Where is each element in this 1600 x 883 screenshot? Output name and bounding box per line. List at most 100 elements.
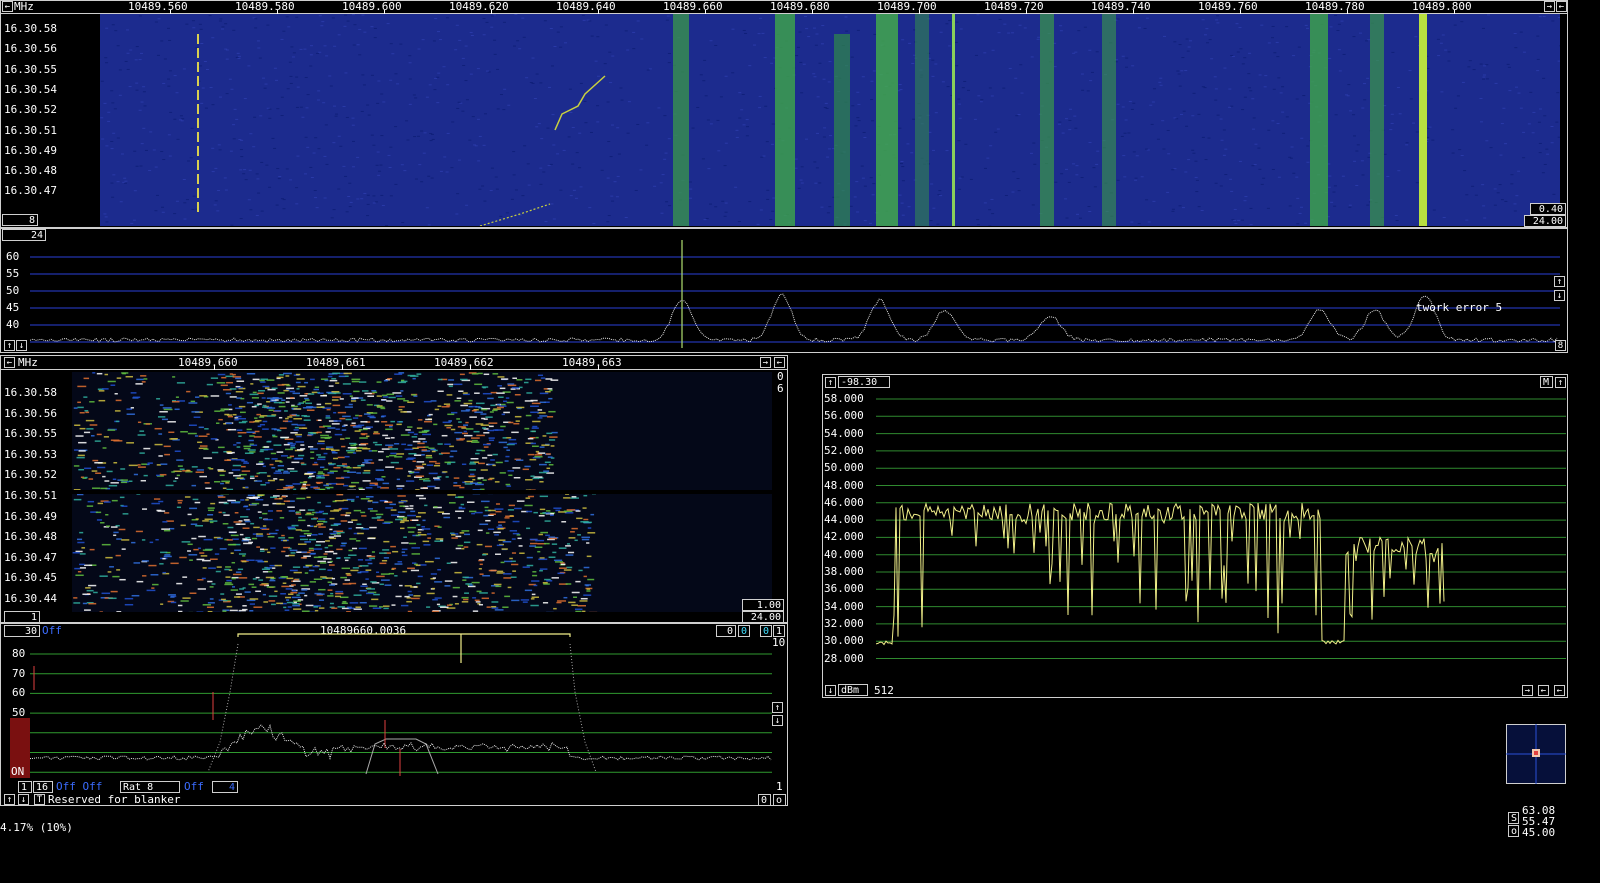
signal-band [876,14,898,226]
spectrum-up-button[interactable]: ↑ [1554,276,1565,287]
zoom-time-label: 16.30.49 [4,509,57,523]
baseband-spectrum[interactable] [30,632,772,782]
zoom-time-label: 16.30.48 [4,530,57,544]
zoom-time-label: 16.30.52 [4,468,57,482]
graph-y-label: 30.000 [824,634,864,648]
time-label: 16.30.49 [4,143,57,157]
signal-band [915,14,929,226]
scroll-right-button[interactable]: → [1544,1,1555,12]
status-message: twork error 5 [1416,301,1503,314]
zoom-time-label: 16.30.44 [4,592,57,605]
freq-tick-label: 10489.740 [1091,0,1151,13]
bb-off2[interactable]: Off [184,781,204,793]
level-graph[interactable] [876,392,1566,682]
main-waterfall[interactable] [100,14,1560,226]
graph-points-label: 512 [874,684,894,697]
zoom-time-label: 16.30.56 [4,406,57,420]
zoom-time-label: 16.30.47 [4,550,57,564]
zoom-corner-top2: 6 [777,382,784,395]
baseband-right-num: 10 [772,636,786,649]
bb-down-button[interactable]: ↓ [18,794,29,805]
graph-y-label: 32.000 [824,616,864,630]
zoom-freq-ruler [0,356,788,370]
zoom-waterfall[interactable] [72,372,772,612]
zoom-freq-tick-label: 10489.663 [562,356,622,369]
graph-y-label: 38.000 [824,565,864,578]
freq-tick-label: 10489.800 [1412,0,1472,13]
freq-tick-label: 10489.620 [449,0,509,13]
agc-on-label[interactable]: ON [11,766,24,778]
graph-end-button[interactable]: ← [1554,685,1565,696]
spectrum-right-number[interactable]: 8 [1555,340,1566,351]
graph-up-button[interactable]: ↑ [825,377,836,388]
zoom-scroll-end-button[interactable]: ← [774,357,785,368]
graph-up-right-button[interactable]: ↑ [1555,377,1566,388]
s-meter[interactable] [1506,724,1566,784]
graph-y-label: 48.000 [824,478,864,492]
bb-box1[interactable]: 1 [18,781,32,793]
bb-num[interactable]: 4 [212,781,238,793]
baseband-y-label: 60 [12,686,26,700]
reserved-blanker-text: Reserved for blanker [48,793,181,806]
graph-y-label: 56.000 [824,409,864,423]
zoom-left-box[interactable]: 1 [4,611,40,623]
zoom-time-label: 16.30.58 [4,386,57,399]
freq-tick-label: 10489.600 [342,0,402,13]
spectrum-y-label: 45 [6,301,20,314]
graph-right-button[interactable]: → [1522,685,1533,696]
main-spectrum[interactable] [30,240,1560,348]
bb-right-one: 1 [776,780,783,793]
zoom-tick-mark [598,366,599,370]
graph-y-label: 36.000 [824,582,864,596]
signal-line [1419,14,1427,226]
spectrum-down-button[interactable]: ↓ [1554,290,1565,301]
freq-tick-label: 10489.560 [128,0,188,13]
zoom-tick-mark [214,366,215,370]
bb-box2[interactable]: 16 [33,781,53,793]
zoom-time-label: 16.30.53 [4,447,57,461]
time-label: 16.30.56 [4,42,57,56]
main-right-top-value[interactable]: 0.40 [1530,203,1566,215]
main-right-bottom-value[interactable]: 24.00 [1524,215,1566,227]
freq-tick-label: 10489.660 [663,0,723,13]
time-label: 16.30.52 [4,103,57,117]
zoom-tick-mark [342,366,343,370]
graph-unit-box[interactable]: dBm [838,684,868,696]
zoom-freq-tick-label: 10489.660 [178,356,238,369]
main-left-box[interactable]: 8 [2,214,38,226]
zoom-time-label: 16.30.55 [4,427,57,441]
zoom-scroll-right-button[interactable]: → [760,357,771,368]
graph-y-label: 34.000 [824,599,864,613]
zoom-right-val2[interactable]: 24.00 [742,611,784,623]
zoom-time-label: 16.30.45 [4,571,57,585]
graph-down-button[interactable]: ↓ [825,685,836,696]
graph-y-label: 58.000 [824,392,864,405]
meter-o-button[interactable]: o [1508,825,1519,837]
freq-tick-label: 10489.760 [1198,0,1258,13]
time-label: 16.30.55 [4,62,57,76]
bb-t-button[interactable]: T [34,794,45,805]
bb-right-box0[interactable]: 0 [758,794,771,806]
scroll-end-button[interactable]: ← [1556,1,1567,12]
spectrum-y-label: 50 [6,284,20,297]
bb-rat[interactable]: Rat 8 [120,781,180,793]
graph-y-label: 40.000 [824,547,864,561]
cpu-load-text: 4.17% (10%) [0,821,73,834]
zoom-right-val1[interactable]: 1.00 [742,599,784,611]
spectrum-down-left-button[interactable]: ↓ [16,340,27,351]
graph-level-box[interactable]: -98.30 [838,376,890,388]
bb-off-off[interactable]: Off Off [56,781,102,793]
spectrum-up-left-button[interactable]: ↑ [4,340,15,351]
zoom-freq-tick-label: 10489.662 [434,356,494,369]
meter-s-button[interactable]: S [1508,812,1519,824]
graph-left-button[interactable]: ← [1538,685,1549,696]
graph-y-label: 52.000 [824,443,864,457]
bb-up-button[interactable]: ↑ [4,794,15,805]
spectrum-y-label: 60 [6,250,20,263]
graph-m-button[interactable]: M [1540,376,1553,388]
baseband-down-button[interactable]: ↓ [772,715,783,726]
time-label: 16.30.54 [4,82,57,96]
graph-y-label: 28.000 [824,651,864,665]
baseband-up-button[interactable]: ↑ [772,702,783,713]
bb-right-box-o[interactable]: o [773,794,786,806]
